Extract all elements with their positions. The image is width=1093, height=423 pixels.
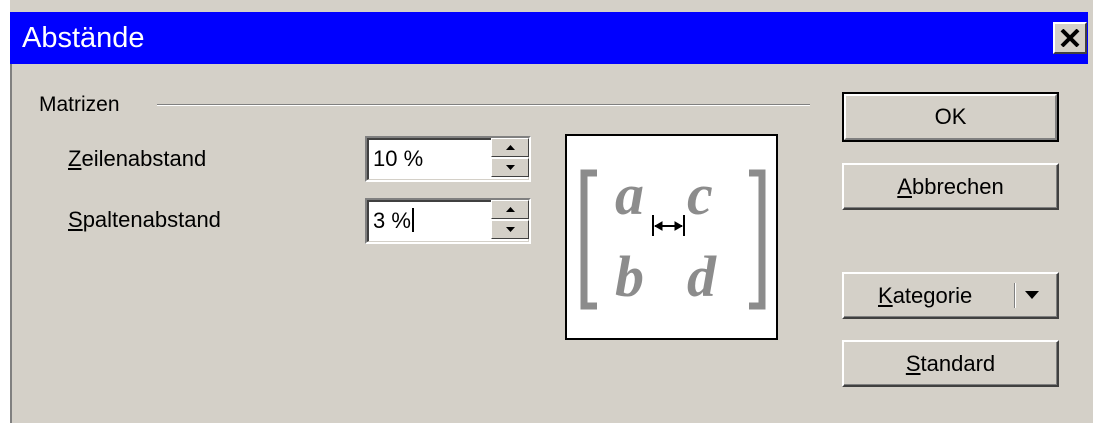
ok-button-label: OK: [934, 104, 967, 129]
column-spacing-value: 3 %: [373, 208, 411, 233]
matrix-element-c: c: [687, 162, 713, 227]
matrix-element-d: d: [687, 244, 717, 309]
default-button[interactable]: Standard: [842, 340, 1059, 387]
window-outer-edge: [0, 0, 10, 423]
category-separator: [1014, 283, 1016, 308]
arrow-down-icon: [506, 165, 515, 170]
dialog-window: Abstände Matrizen Zeilenabstand 10 % Spa…: [0, 0, 1093, 423]
dropdown-arrow-icon[interactable]: [1025, 291, 1039, 299]
title-bar[interactable]: Abstände: [10, 12, 1088, 64]
category-button-label: Kategorie: [878, 283, 972, 308]
arrow-down-icon: [506, 227, 515, 232]
window-title: Abstände: [22, 22, 145, 54]
row-spacing-label-text: eilenabstand: [81, 146, 207, 171]
close-button[interactable]: [1053, 22, 1087, 54]
column-spacing-spinbox[interactable]: 3 %: [365, 198, 531, 244]
column-spacing-value-wrap[interactable]: 3 %: [373, 208, 414, 234]
group-separator: [157, 104, 810, 106]
matrix-preview: a c b d: [565, 134, 778, 340]
group-label-matrizen: Matrizen: [39, 93, 120, 116]
column-spacing-label: Spaltenabstand: [68, 207, 221, 233]
cancel-mnemonic: A: [897, 174, 912, 199]
column-spacing-label-text: paltenabstand: [82, 207, 221, 232]
ok-button[interactable]: OK: [842, 92, 1059, 142]
row-spacing-mnemonic: Z: [68, 146, 82, 171]
category-button[interactable]: Kategorie: [842, 272, 1059, 319]
row-spacing-increase-button[interactable]: [491, 138, 529, 157]
text-caret: [411, 208, 414, 232]
matrix-element-b: b: [615, 244, 644, 309]
column-spacing-arrow-icon: [652, 215, 685, 236]
row-spacing-value[interactable]: 10 %: [373, 146, 423, 172]
default-button-label: Standard: [906, 351, 995, 376]
cancel-label-text: bbrechen: [911, 174, 1004, 199]
close-icon: [1060, 29, 1080, 47]
row-spacing-label: Zeilenabstand: [68, 146, 206, 172]
default-mnemonic: S: [905, 351, 921, 376]
matrix-element-a: a: [615, 162, 644, 227]
matrix-brackets: [580, 169, 766, 310]
category-label-text: ategorie: [892, 283, 973, 308]
column-spacing-mnemonic: S: [68, 207, 83, 232]
default-label-text: tandard: [920, 351, 996, 376]
cancel-button[interactable]: Abbrechen: [842, 163, 1059, 210]
arrow-up-icon: [506, 207, 515, 212]
cancel-button-label: Abbrechen: [897, 174, 1003, 199]
window-inner-edge: [10, 64, 12, 423]
matrix-preview-graphic: a c b d: [580, 162, 766, 310]
column-spacing-spin-buttons: [491, 200, 529, 239]
category-mnemonic: K: [878, 283, 893, 308]
arrow-up-icon: [506, 145, 515, 150]
column-spacing-increase-button[interactable]: [491, 200, 529, 219]
column-spacing-decrease-button[interactable]: [491, 220, 529, 239]
row-spacing-spin-buttons: [491, 138, 529, 177]
row-spacing-decrease-button[interactable]: [491, 158, 529, 177]
row-spacing-spinbox[interactable]: 10 %: [365, 136, 531, 182]
